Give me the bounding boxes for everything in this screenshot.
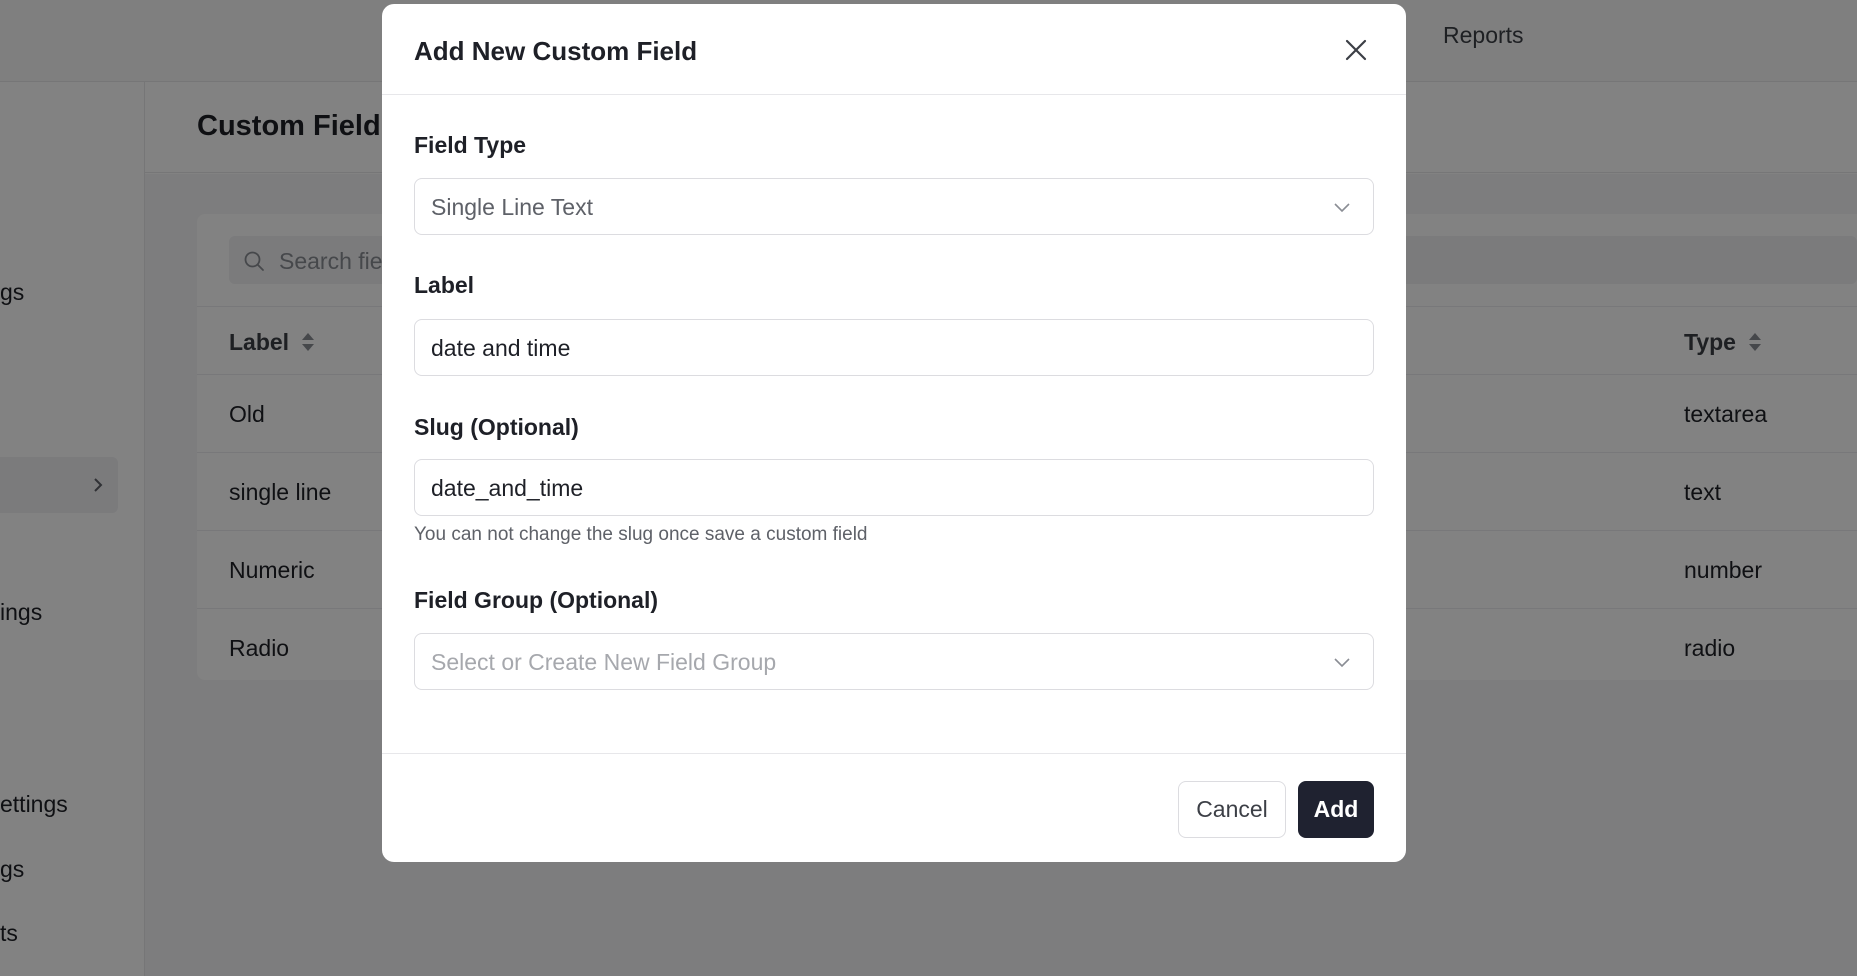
field-type-label: Field Type <box>414 132 527 158</box>
chevron-down-icon <box>1334 658 1350 668</box>
field-type-select[interactable]: Single Line Text <box>414 178 1374 235</box>
modal-title: Add New Custom Field <box>414 36 698 66</box>
field-type-value: Single Line Text <box>431 194 593 220</box>
field-group-select[interactable]: Select or Create New Field Group <box>414 633 1374 690</box>
slug-help-text: You can not change the slug once save a … <box>414 524 868 545</box>
label-field[interactable] <box>414 319 1374 376</box>
slug-field-label: Slug (Optional) <box>414 414 579 440</box>
chevron-down-icon <box>1334 203 1350 213</box>
close-icon[interactable] <box>1340 34 1372 66</box>
slug-input[interactable] <box>431 472 1351 504</box>
add-button[interactable]: Add <box>1298 781 1374 838</box>
modal-header: Add New Custom Field <box>382 4 1406 95</box>
cancel-button[interactable]: Cancel <box>1178 781 1286 838</box>
label-input[interactable] <box>431 332 1351 364</box>
modal-footer: Cancel Add <box>382 753 1406 862</box>
field-group-label: Field Group (Optional) <box>414 587 659 613</box>
add-custom-field-modal: Add New Custom Field Field Type Single L… <box>382 4 1406 862</box>
label-field-label: Label <box>414 272 475 298</box>
field-group-placeholder: Select or Create New Field Group <box>431 649 777 675</box>
slug-field[interactable] <box>414 459 1374 516</box>
